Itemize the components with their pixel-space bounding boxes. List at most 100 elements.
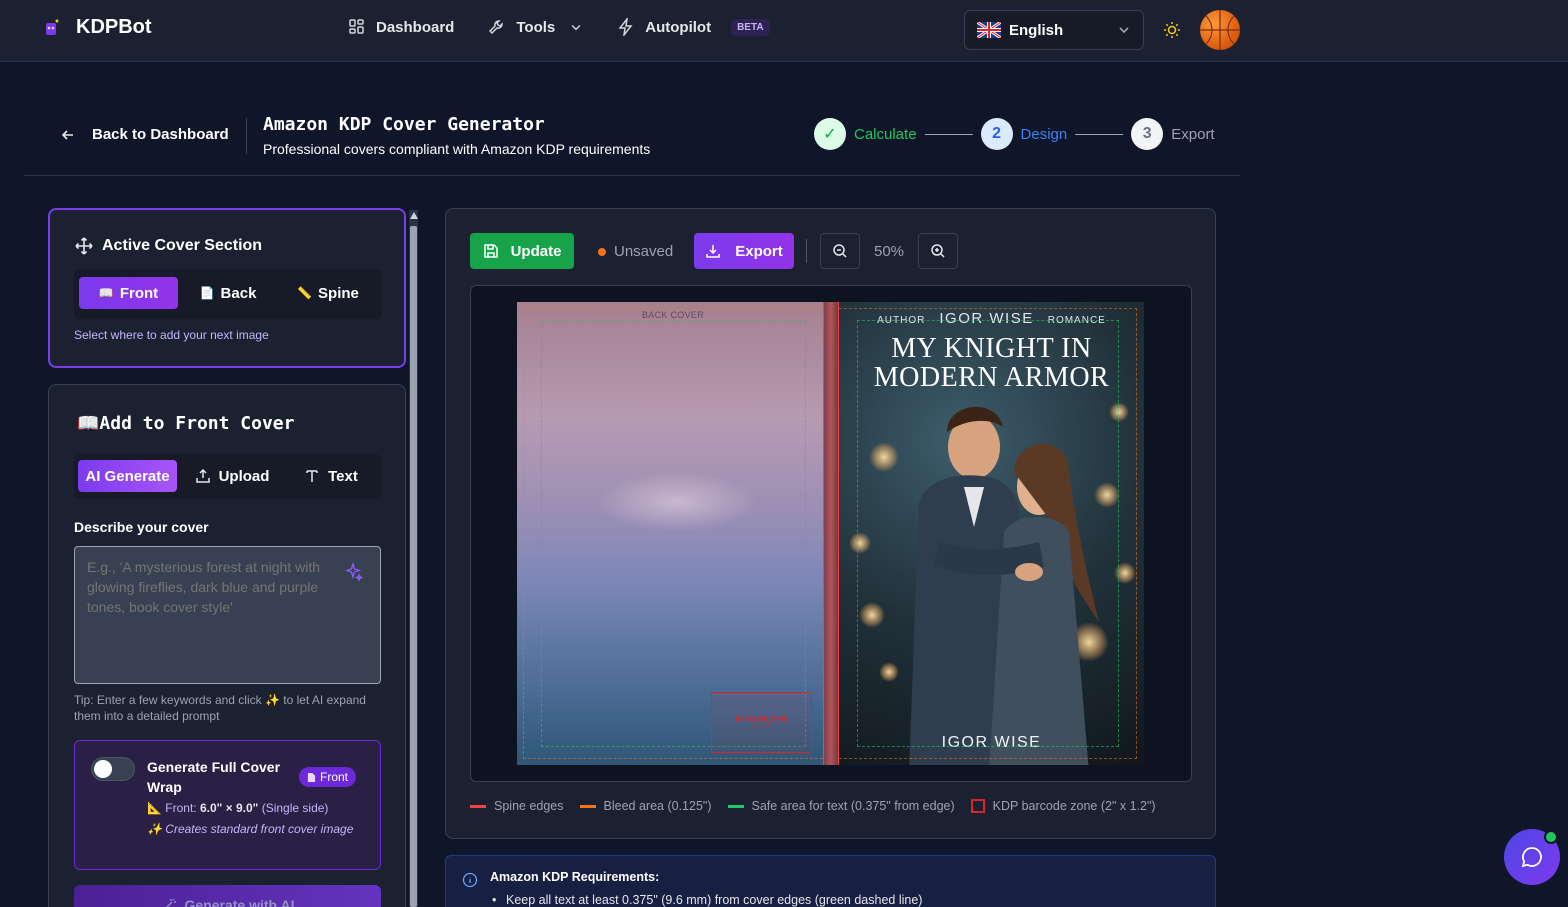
download-icon — [706, 245, 720, 258]
dim-value: 6.0" × 9.0" — [199, 801, 259, 815]
chevron-down-icon — [571, 24, 581, 31]
cover-editor-panel: Update Unsaved Export 50% BACK COVER AUT… — [445, 208, 1216, 839]
legend-swatch-orange — [579, 804, 596, 808]
stepper: ✓ Calculate 2 Design 3 Export — [814, 118, 1215, 150]
tab-front[interactable]: 📖 Front — [79, 277, 178, 309]
book-emoji-icon: 📖 — [98, 286, 114, 300]
nav-tools[interactable]: Tools — [488, 18, 583, 36]
update-label: Update — [510, 242, 562, 260]
cover-canvas[interactable]: BACK COVER AUTHOR IGOR WISE ROMANCE MY K… — [470, 285, 1192, 782]
add-mode-tabs: AI Generate Upload Text — [74, 454, 381, 499]
full-wrap-toggle[interactable] — [91, 757, 135, 781]
sun-icon[interactable] — [1163, 21, 1181, 39]
brand[interactable]: KDPBot — [44, 16, 152, 39]
arrow-left-icon — [61, 129, 73, 140]
generate-with-ai-button[interactable]: Generate with AI — [74, 885, 381, 907]
legend-bleed: Bleed area (0.125") — [579, 799, 712, 813]
wrench-icon — [489, 20, 504, 35]
nav-autopilot[interactable]: Autopilot BETA — [617, 18, 770, 36]
full-wrap-card: Generate Full Cover Wrap Front 📐 Front: … — [74, 740, 381, 870]
dashboard-grid-icon — [349, 19, 364, 34]
active-cover-section-card: Active Cover Section 📖 Front 📄 Back 📏 Sp… — [48, 208, 406, 368]
main-nav: Dashboard Tools Autopilot BETA — [348, 18, 804, 36]
front-badge: Front — [299, 767, 357, 787]
ruler-emoji-icon: 📏 — [297, 286, 313, 300]
step-design-label[interactable]: Design — [1021, 126, 1068, 143]
tab-text[interactable]: Text — [286, 460, 376, 492]
legend-barcode: KDP barcode zone (2" x 1.2") — [970, 799, 1156, 813]
basketball-icon — [1200, 10, 1240, 50]
requirements-title: Amazon KDP Requirements: — [490, 870, 660, 884]
save-status: Unsaved — [598, 243, 673, 260]
beta-badge: BETA — [731, 18, 770, 36]
move-arrows-icon — [75, 237, 93, 255]
tab-ai-generate[interactable]: AI Generate — [78, 460, 177, 492]
tab-back[interactable]: 📄 Back — [184, 277, 272, 309]
legend-swatch-box — [970, 799, 985, 813]
save-icon — [483, 244, 498, 258]
back-to-dashboard-link[interactable]: Back to Dashboard — [60, 126, 229, 143]
page-subtitle: Professional covers compliant with Amazo… — [263, 141, 651, 157]
full-wrap-title: Generate Full Cover Wrap — [147, 759, 281, 795]
tab-upload[interactable]: Upload — [184, 460, 280, 492]
step-design-circle[interactable]: 2 — [980, 118, 1013, 150]
toggle-knob — [94, 760, 112, 778]
section-title-text: Active Cover Section — [102, 237, 263, 254]
barcode-zone-size: 2" × 1.2" — [752, 723, 771, 729]
robot-logo-icon — [46, 19, 59, 35]
nav-dashboard[interactable]: Dashboard — [348, 18, 454, 36]
step-export-circle[interactable]: 3 — [1131, 118, 1164, 150]
zoom-in-button[interactable] — [918, 233, 958, 269]
chevron-down-icon — [1119, 27, 1129, 34]
tab-back-label: Back — [220, 284, 257, 302]
prompt-tip: Tip: Enter a few keywords and click ✨ to… — [74, 693, 366, 723]
export-button[interactable]: Export — [694, 233, 794, 269]
info-icon — [462, 872, 478, 888]
legend-spine-label: Spine edges — [494, 799, 564, 813]
tab-spine[interactable]: 📏 Spine — [280, 277, 376, 309]
spine-edge-left — [823, 302, 824, 765]
tab-front-label: Front — [119, 284, 159, 302]
scroll-up-arrow-icon[interactable] — [410, 212, 418, 219]
tab-ai-generate-label: AI Generate — [85, 467, 170, 485]
tab-upload-label: Upload — [218, 467, 270, 485]
zoom-level: 50% — [874, 243, 905, 260]
section-hint: Select where to add your next image — [74, 328, 269, 342]
add-to-cover-title: 📖Add to Front Cover — [77, 413, 295, 434]
legend-swatch-red — [470, 804, 486, 808]
barcode-zone: BARCODE ZONE 2" × 1.2" — [711, 692, 812, 753]
step-connector — [924, 133, 973, 135]
language-label: English — [1009, 21, 1064, 39]
dim-suffix: (Single side) — [258, 801, 329, 815]
upload-icon — [195, 468, 210, 483]
zoom-out-button[interactable] — [820, 233, 860, 269]
step-calculate-circle[interactable]: ✓ — [814, 118, 846, 150]
full-wrap-note: ✨ Creates standard front cover image — [147, 822, 354, 836]
page-emoji-icon: 📄 — [199, 286, 215, 300]
cover-preview[interactable]: BACK COVER AUTHOR IGOR WISE ROMANCE MY K… — [517, 302, 1144, 765]
brand-name: KDPBot — [76, 16, 152, 38]
nav-dashboard-label: Dashboard — [376, 18, 455, 36]
step-calculate-label[interactable]: Calculate — [854, 126, 917, 143]
status-dot — [598, 247, 606, 256]
tab-text-label: Text — [328, 467, 358, 485]
front-dimensions: 📐 Front: 6.0" × 9.0" (Single side) — [147, 801, 328, 815]
generate-label: Generate with AI — [184, 897, 295, 907]
guide-legend: Spine edges Bleed area (0.125") Safe are… — [470, 799, 1156, 813]
update-button[interactable]: Update — [470, 233, 574, 269]
step-export-label[interactable]: Export — [1171, 126, 1214, 143]
zoom-in-icon — [931, 244, 945, 258]
uk-flag-icon — [977, 22, 1001, 38]
language-select[interactable]: English — [964, 10, 1144, 50]
page-title: Amazon KDP Cover Generator — [263, 114, 545, 135]
spine-area[interactable] — [823, 302, 839, 765]
export-label: Export — [735, 242, 783, 260]
sparkle-icon[interactable] — [344, 562, 364, 582]
legend-swatch-green — [727, 804, 744, 808]
scrollbar-thumb[interactable] — [410, 226, 417, 907]
tab-spine-label: Spine — [318, 284, 359, 302]
active-cover-section-title: Active Cover Section — [74, 236, 262, 256]
cover-prompt-input[interactable] — [74, 546, 381, 684]
barcode-zone-label: BARCODE ZONE — [735, 716, 788, 723]
avatar[interactable] — [1200, 10, 1240, 50]
